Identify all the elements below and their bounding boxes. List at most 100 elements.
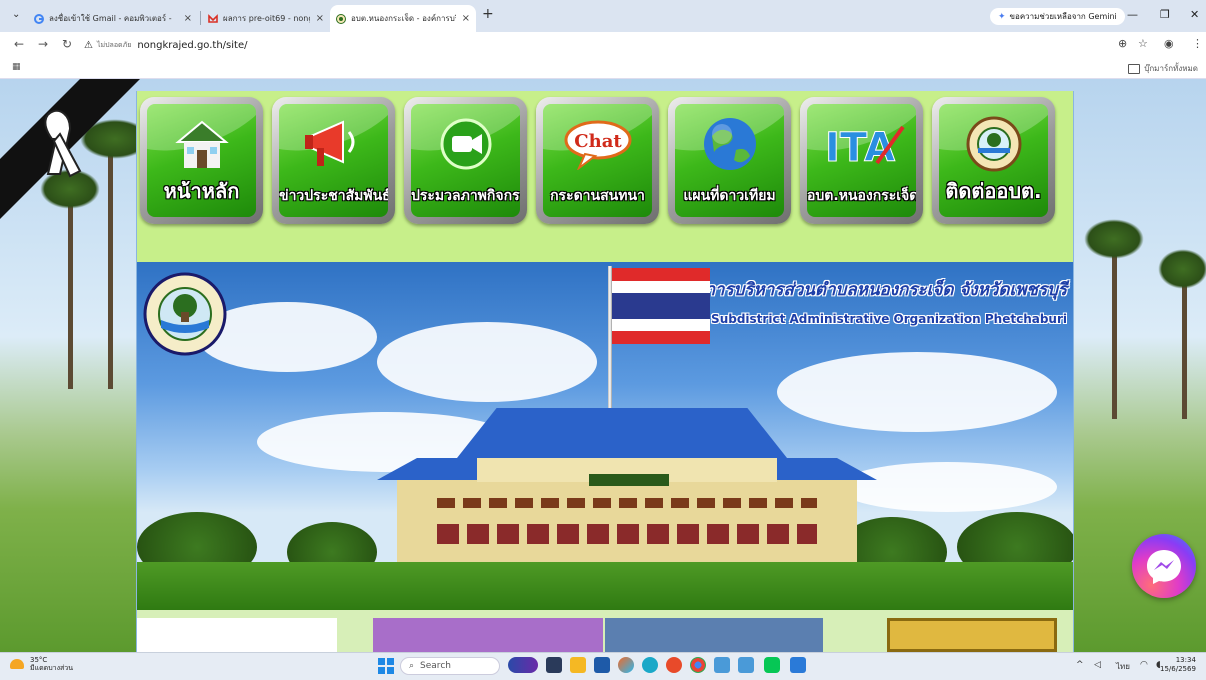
- tab-nongkrajed[interactable]: อบต.หนองกระเจ็ด - องค์การบริหาร ×: [330, 5, 476, 32]
- tab-gmail-preoit[interactable]: ผลการ pre-oit69 - nongkrajed ×: [202, 5, 330, 32]
- tab-gmail-login[interactable]: ลงชื่อเข้าใช้ Gmail - คอมพิวเตอร์ - ×: [28, 5, 198, 32]
- taskbar-search[interactable]: ⌕ Search: [400, 657, 500, 675]
- security-label[interactable]: ไม่ปลอดภัย: [97, 40, 131, 51]
- site-content: หน้าหลัก ข่าวประชาสัมพันธ์ ประมวลภาพกิจก…: [136, 91, 1074, 652]
- ita-logo-icon: ITA: [807, 114, 916, 174]
- chrome-icon[interactable]: [690, 657, 706, 673]
- bookmarks-bar: [0, 58, 1206, 79]
- gemini-sparkle-icon: ✦: [998, 11, 1006, 22]
- panel-left: [137, 618, 337, 652]
- tab-title: ลงชื่อเข้าใช้ Gmail - คอมพิวเตอร์ -: [49, 14, 172, 23]
- taskbar-clock[interactable]: 13:34 15/6/2569: [1160, 656, 1196, 674]
- language-indicator[interactable]: ไทย: [1116, 660, 1130, 673]
- weather-sun-icon: [10, 659, 24, 669]
- menu-news-button[interactable]: ข่าวประชาสัมพันธ์: [272, 97, 395, 224]
- not-secure-warning-icon[interactable]: ⚠: [84, 40, 93, 51]
- weather-widget[interactable]: 35°C มีแดดบางส่วน: [10, 656, 73, 672]
- store-icon[interactable]: [594, 657, 610, 673]
- all-bookmarks-label: บุ๊กมาร์กทั้งหมด: [1144, 64, 1198, 73]
- gemini-label: ขอความช่วยเหลือจาก Gemini: [1009, 12, 1117, 21]
- window-close-button[interactable]: ✕: [1190, 8, 1199, 21]
- copilot-icon[interactable]: [618, 657, 634, 673]
- weather-temp: 35°C: [30, 656, 48, 664]
- clock-date: 15/6/2569: [1160, 665, 1196, 673]
- header-banner: องค์การบริหารส่วนตำบลหนองกระเจ็ด จังหวัด…: [137, 262, 1073, 610]
- profile-icon[interactable]: ◉: [1164, 37, 1174, 50]
- panel-purple[interactable]: [373, 618, 603, 652]
- nongkrajed-seal-logo: [143, 272, 227, 356]
- globe-icon: [675, 114, 784, 174]
- menu-label: ติดต่ออบต.: [945, 179, 1042, 203]
- tab-search-chevron-icon[interactable]: ⌄: [12, 9, 20, 20]
- messenger-chat-button[interactable]: [1132, 534, 1196, 598]
- tray-send-icon[interactable]: ◁: [1094, 660, 1101, 670]
- lawn: [137, 562, 1073, 610]
- menu-ita-button[interactable]: ITA อบต.หนองกระเจ็ด: [800, 97, 923, 224]
- forward-arrow-icon[interactable]: →: [38, 37, 48, 51]
- video-camera-icon: [411, 114, 520, 174]
- org-name-thai: องค์การบริหารส่วนตำบลหนองกระเจ็ด จังหวัด…: [674, 280, 1067, 300]
- window-restore-button[interactable]: ❐: [1160, 8, 1170, 21]
- thai-flag: [612, 268, 710, 344]
- svg-text:ITA: ITA: [825, 125, 895, 169]
- tab-separator: [200, 11, 201, 25]
- app-icon-2[interactable]: [738, 657, 754, 673]
- folder-icon: [1128, 63, 1141, 74]
- tab-title: ผลการ pre-oit69 - nongkrajed: [223, 14, 310, 23]
- menu-forum-button[interactable]: Chat กระดานสนทนา: [536, 97, 659, 224]
- bookmark-star-icon[interactable]: ☆: [1138, 37, 1148, 50]
- app-icon-1[interactable]: [714, 657, 730, 673]
- page-viewport: หน้าหลัก ข่าวประชาสัมพันธ์ ประมวลภาพกิจก…: [0, 79, 1206, 652]
- search-icon: ⌕: [409, 661, 415, 671]
- main-menu: หน้าหลัก ข่าวประชาสัมพันธ์ ประมวลภาพกิจก…: [137, 91, 1073, 231]
- wifi-icon[interactable]: ◠: [1140, 660, 1148, 670]
- gemini-help-button[interactable]: ✦ ขอความช่วยเหลือจาก Gemini: [990, 8, 1125, 25]
- windows-start-icon[interactable]: [378, 658, 394, 674]
- megaphone-icon: [279, 114, 388, 174]
- all-bookmarks-folder[interactable]: บุ๊กมาร์กทั้งหมด: [1128, 62, 1198, 75]
- menu-label: แผนที่ดาวเทียม: [683, 188, 776, 204]
- weather-desc: มีแดดบางส่วน: [30, 664, 73, 672]
- reload-icon[interactable]: ↻: [62, 37, 72, 51]
- site-seal-icon: [336, 13, 346, 24]
- menu-label: อบต.หนองกระเจ็ด: [807, 188, 916, 204]
- chat-bubble-icon: Chat: [543, 114, 652, 174]
- new-tab-button[interactable]: +: [482, 6, 494, 22]
- menu-label: กระดานสนทนา: [550, 188, 645, 204]
- tab-close-icon[interactable]: ×: [316, 13, 324, 24]
- content-strip: [137, 610, 1073, 652]
- menu-home-button[interactable]: หน้าหลัก: [140, 97, 263, 224]
- back-arrow-icon[interactable]: ←: [14, 37, 24, 51]
- tab-close-icon[interactable]: ×: [184, 13, 192, 24]
- taskbar-app-widget-icon[interactable]: [508, 657, 538, 673]
- seal-icon: [939, 114, 1048, 174]
- house-icon: [147, 114, 256, 174]
- url-text[interactable]: nongkrajed.go.th/site/: [137, 40, 247, 51]
- menu-contact-button[interactable]: ติดต่ออบต.: [932, 97, 1055, 224]
- edge-icon[interactable]: [642, 657, 658, 673]
- outlook-icon[interactable]: [790, 657, 806, 673]
- tray-chevron-up-icon[interactable]: ^: [1076, 660, 1084, 670]
- gmail-icon: [208, 13, 218, 23]
- menu-gallery-button[interactable]: ประมวลภาพกิจกรรม: [404, 97, 527, 224]
- panel-gold[interactable]: [887, 618, 1057, 652]
- svg-text:Chat: Chat: [574, 131, 622, 152]
- building-name-sign: [589, 474, 669, 486]
- apps-grid-icon[interactable]: ▦: [12, 62, 21, 72]
- zoom-icon[interactable]: ⊕: [1118, 37, 1127, 50]
- menu-label: หน้าหลัก: [163, 179, 240, 203]
- google-icon: [34, 13, 44, 24]
- menu-label: ประมวลภาพกิจกรรม: [411, 188, 520, 204]
- menu-kebab-icon[interactable]: ⋮: [1192, 37, 1203, 50]
- line-icon[interactable]: [764, 657, 780, 673]
- clock-time: 13:34: [1175, 656, 1196, 664]
- menu-label: ข่าวประชาสัมพันธ์: [279, 188, 388, 204]
- window-minimize-button[interactable]: —: [1127, 8, 1138, 21]
- firefox-icon[interactable]: [666, 657, 682, 673]
- panel-blue[interactable]: [605, 618, 823, 652]
- file-explorer-icon[interactable]: [570, 657, 586, 673]
- task-view-icon[interactable]: [546, 657, 562, 673]
- tab-close-icon[interactable]: ×: [462, 13, 470, 24]
- menu-map-button[interactable]: แผนที่ดาวเทียม: [668, 97, 791, 224]
- url-bar[interactable]: ⚠ ไม่ปลอดภัย nongkrajed.go.th/site/: [84, 35, 1134, 55]
